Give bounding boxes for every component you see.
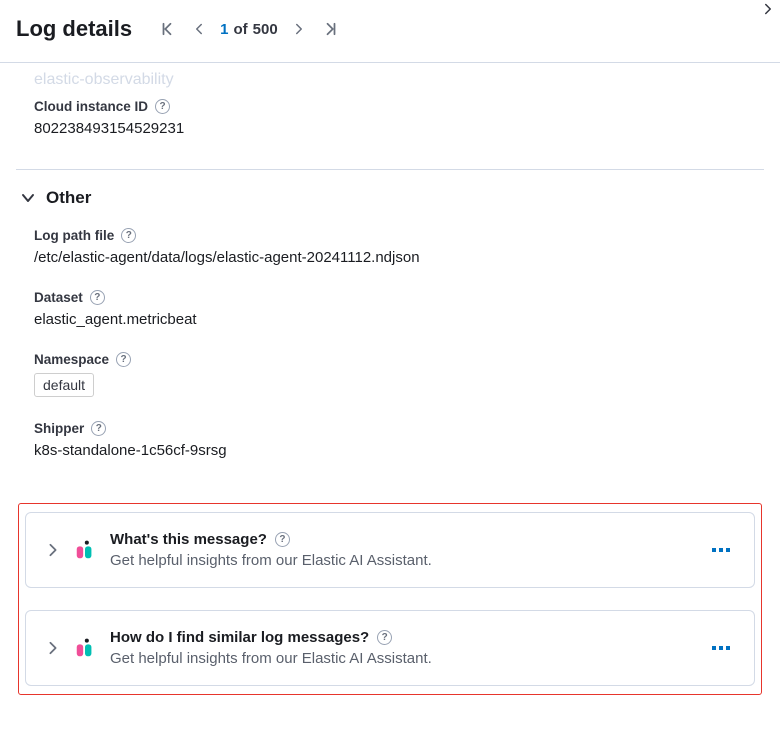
field-log-path-file: Log path file ? /etc/elastic-agent/data/… xyxy=(16,218,764,280)
truncated-prev-field: elastic-observability xyxy=(16,63,764,89)
field-value: /etc/elastic-agent/data/logs/elastic-age… xyxy=(34,249,746,266)
ai-card-menu-button[interactable] xyxy=(712,646,734,650)
field-label: Dataset xyxy=(34,290,83,305)
last-page-button[interactable] xyxy=(320,18,342,40)
field-value: k8s-standalone-1c56cf-9srsg xyxy=(34,442,746,459)
help-icon[interactable]: ? xyxy=(377,630,392,645)
page-title: Log details xyxy=(16,16,132,42)
prev-page-button[interactable] xyxy=(188,18,210,40)
ai-card-whats-this-message[interactable]: What's this message? ? Get helpful insig… xyxy=(25,512,755,588)
menu-dot-icon xyxy=(726,646,730,650)
menu-dot-icon xyxy=(719,646,723,650)
ai-card-similar-messages[interactable]: How do I find similar log messages? ? Ge… xyxy=(25,610,755,686)
help-icon[interactable]: ? xyxy=(91,421,106,436)
elastic-ai-icon xyxy=(74,637,96,659)
section-other-header[interactable]: Other xyxy=(16,170,764,218)
chevron-right-icon xyxy=(46,543,60,557)
field-value: 802238493154529231 xyxy=(34,120,746,137)
next-page-button[interactable] xyxy=(288,18,310,40)
ai-card-subtitle: Get helpful insights from our Elastic AI… xyxy=(110,650,432,667)
namespace-badge[interactable]: default xyxy=(34,373,94,397)
field-dataset: Dataset ? elastic_agent.metricbeat xyxy=(16,280,764,342)
menu-dot-icon xyxy=(719,548,723,552)
flyout-header: Log details 1 of 500 xyxy=(0,0,780,63)
first-page-button[interactable] xyxy=(156,18,178,40)
expand-flyout-icon[interactable] xyxy=(762,2,774,20)
field-label: Cloud instance ID xyxy=(34,99,148,114)
help-icon[interactable]: ? xyxy=(275,532,290,547)
field-shipper: Shipper ? k8s-standalone-1c56cf-9srsg xyxy=(16,411,764,473)
menu-dot-icon xyxy=(712,646,716,650)
pagination: 1 of 500 xyxy=(156,18,342,40)
of-label: of xyxy=(233,21,247,38)
menu-dot-icon xyxy=(726,548,730,552)
field-label: Log path file xyxy=(34,228,114,243)
total-pages: 500 xyxy=(253,21,278,38)
ai-card-title: How do I find similar log messages? xyxy=(110,629,369,646)
field-namespace: Namespace ? default xyxy=(16,342,764,411)
chevron-right-icon xyxy=(46,641,60,655)
chevron-down-icon xyxy=(20,190,36,206)
ai-assist-highlight: What's this message? ? Get helpful insig… xyxy=(18,503,762,695)
ai-card-subtitle: Get helpful insights from our Elastic AI… xyxy=(110,552,432,569)
field-label: Shipper xyxy=(34,421,84,436)
help-icon[interactable]: ? xyxy=(121,228,136,243)
current-page: 1 xyxy=(220,21,228,38)
elastic-ai-icon xyxy=(74,539,96,561)
help-icon[interactable]: ? xyxy=(116,352,131,367)
ai-card-title: What's this message? xyxy=(110,531,267,548)
field-label: Namespace xyxy=(34,352,109,367)
field-value: elastic_agent.metricbeat xyxy=(34,311,746,328)
field-cloud-instance-id: Cloud instance ID ? 802238493154529231 xyxy=(16,89,764,151)
ai-card-menu-button[interactable] xyxy=(712,548,734,552)
page-position: 1 of 500 xyxy=(220,21,278,38)
menu-dot-icon xyxy=(712,548,716,552)
help-icon[interactable]: ? xyxy=(155,99,170,114)
help-icon[interactable]: ? xyxy=(90,290,105,305)
section-title: Other xyxy=(46,188,91,208)
